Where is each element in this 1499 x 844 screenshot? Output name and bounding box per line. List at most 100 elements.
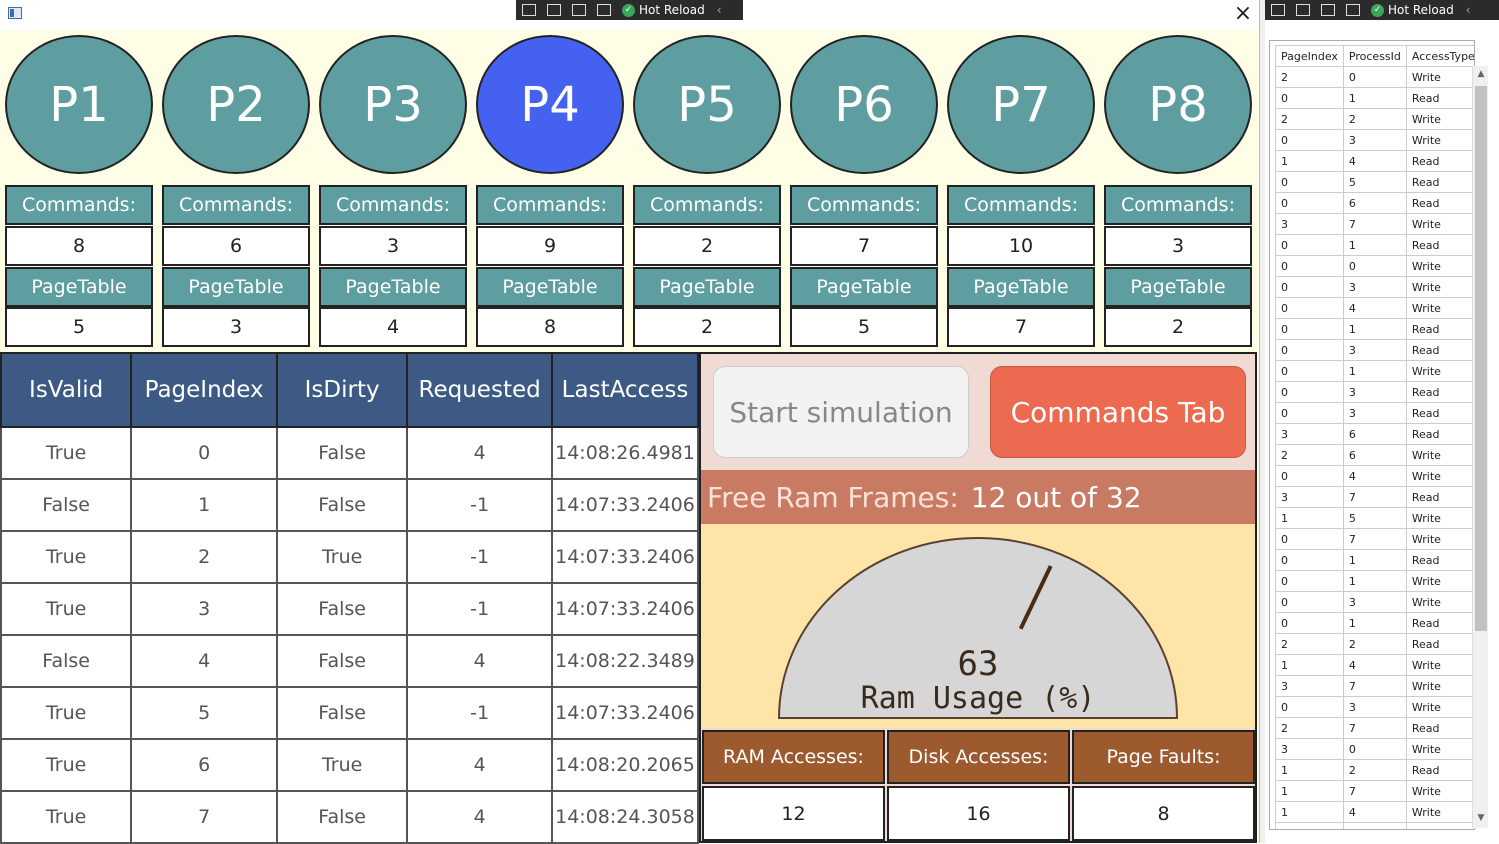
column-header-lastaccess[interactable]: LastAccess <box>551 352 699 428</box>
select-element-icon[interactable] <box>547 4 561 16</box>
access-log-row[interactable]: 0 3 Read <box>1275 339 1474 361</box>
access-log-cell: 2 <box>1275 717 1344 739</box>
collapse-chevron-icon[interactable]: ‹ <box>717 3 722 17</box>
process-circle[interactable]: P5 <box>633 35 781 174</box>
column-header-isvalid[interactable]: IsValid <box>0 352 133 428</box>
access-log-row[interactable]: 0 4 Write <box>1275 297 1474 319</box>
process-circle[interactable]: P6 <box>790 35 938 174</box>
access-log-row[interactable]: 16Read <box>1275 822 1474 829</box>
access-log-row[interactable]: 1 4 Read <box>1275 150 1474 172</box>
track-focus-icon[interactable] <box>597 4 611 16</box>
access-log-row[interactable]: 0 4 Write <box>1275 465 1474 487</box>
scroll-up-arrow-icon[interactable]: ▲ <box>1475 68 1487 80</box>
access-log-row[interactable]: 2 0 Write <box>1275 66 1474 88</box>
access-log-row[interactable]: 2 2 Read <box>1275 633 1474 655</box>
access-log-grid[interactable]: PageIndex ProcessId AccessType 2 0 Write 0 1… <box>1269 40 1475 830</box>
layout-adorner-icon[interactable] <box>572 4 586 16</box>
table-row[interactable]: True 5 False -1 14:07:33.2406 <box>0 686 699 740</box>
access-log-row[interactable]: 0 7 Write <box>1275 528 1474 550</box>
access-log-row[interactable]: 0 3 Write <box>1275 591 1474 613</box>
access-log-row[interactable]: 2 7 Read <box>1275 717 1474 739</box>
access-log-row[interactable]: 0 1 Write <box>1275 360 1474 382</box>
table-row[interactable]: True 7 False 4 14:08:24.3058 <box>0 790 699 844</box>
table-row[interactable]: True 0 False 4 14:08:26.4981 <box>0 426 699 480</box>
access-log-row[interactable]: 3 7 Write <box>1275 213 1474 235</box>
access-log-cell: 1 <box>1342 234 1407 256</box>
hot-reload-label[interactable]: Hot Reload <box>639 3 705 17</box>
access-log-row[interactable]: 0 1 Read <box>1275 549 1474 571</box>
commands-label: Commands: <box>633 185 781 225</box>
column-header-requested[interactable]: Requested <box>406 352 553 428</box>
access-log-row[interactable]: 1 2 Read <box>1275 759 1474 781</box>
access-log-row[interactable]: 0 3 Write <box>1275 696 1474 718</box>
column-header-accesstype[interactable]: AccessType <box>1405 45 1474 67</box>
process-circle[interactable]: P1 <box>5 35 153 174</box>
process-circle[interactable]: P3 <box>319 35 467 174</box>
access-log-row[interactable]: 0 1 Read <box>1275 234 1474 256</box>
access-log-row[interactable]: 0 3 Write <box>1275 276 1474 298</box>
table-row[interactable]: True 2 True -1 14:07:33.2406 <box>0 530 699 584</box>
process-circle[interactable]: P2 <box>162 35 310 174</box>
process-circle[interactable]: P7 <box>947 35 1095 174</box>
table-row[interactable]: True 3 False -1 14:07:33.2406 <box>0 582 699 636</box>
access-log-row[interactable]: 0 1 Read <box>1275 612 1474 634</box>
live-tree-icon[interactable] <box>522 4 536 16</box>
access-log-row[interactable]: 0 5 Read <box>1275 171 1474 193</box>
access-log-row[interactable]: 3 6 Read <box>1275 423 1474 445</box>
table-cell: False <box>275 582 409 636</box>
table-cell: 4 <box>406 634 553 688</box>
commands-value: 3 <box>319 226 467 266</box>
layout-adorner-icon[interactable] <box>1321 4 1335 16</box>
commands-label: Commands: <box>790 185 938 225</box>
scrollbar-thumb[interactable] <box>1475 86 1487 631</box>
access-log-scrollbar[interactable]: ▲ ▼ <box>1472 66 1488 828</box>
access-log-cell: Read <box>1405 150 1474 172</box>
access-log-row[interactable]: 0 1 Read <box>1275 318 1474 340</box>
access-log-row[interactable]: 1 4 Write <box>1275 654 1474 676</box>
access-log-cell: 2 <box>1275 108 1344 130</box>
scroll-down-arrow-icon[interactable]: ▼ <box>1475 812 1487 824</box>
table-cell: 14:08:20.2065 <box>551 738 699 792</box>
live-tree-icon[interactable] <box>1271 4 1285 16</box>
table-row[interactable]: False 4 False 4 14:08:22.3489 <box>0 634 699 688</box>
access-log-row[interactable]: 0 0 Write <box>1275 255 1474 277</box>
table-cell: True <box>0 426 133 480</box>
access-log-row[interactable]: 0 6 Read <box>1275 192 1474 214</box>
access-log-row[interactable]: 1 5 Write <box>1275 507 1474 529</box>
access-log-row[interactable]: 2 6 Write <box>1275 444 1474 466</box>
process-circle[interactable]: P8 <box>1104 35 1252 174</box>
table-row[interactable]: True 6 True 4 14:08:20.2065 <box>0 738 699 792</box>
close-button[interactable]: × <box>1228 2 1258 28</box>
table-row[interactable]: False 1 False -1 14:07:33.2406 <box>0 478 699 532</box>
access-log-row[interactable]: 3 7 Read <box>1275 486 1474 508</box>
collapse-chevron-icon[interactable]: ‹ <box>1466 3 1471 17</box>
access-log-cell: Read <box>1405 381 1474 403</box>
access-log-row[interactable]: 0 1 Read <box>1275 87 1474 109</box>
access-log-cell: 2 <box>1275 444 1344 466</box>
select-element-icon[interactable] <box>1296 4 1310 16</box>
process-circle[interactable]: P4 <box>476 35 624 174</box>
commands-value: 2 <box>633 226 781 266</box>
access-log-row[interactable]: 0 3 Read <box>1275 402 1474 424</box>
column-header-pageindex[interactable]: PageIndex <box>1275 45 1344 67</box>
access-log-cell: Read <box>1405 234 1474 256</box>
column-header-pageindex[interactable]: PageIndex <box>130 352 278 428</box>
access-log-row[interactable]: 0 3 Write <box>1275 129 1474 151</box>
access-log-row[interactable]: 3 7 Write <box>1275 675 1474 697</box>
access-log-cell: Read <box>1405 171 1474 193</box>
access-log-row[interactable]: 2 2 Write <box>1275 108 1474 130</box>
access-log-row[interactable]: 0 3 Read <box>1275 381 1474 403</box>
column-header-isdirty[interactable]: IsDirty <box>275 352 409 428</box>
access-log-row[interactable]: 0 1 Write <box>1275 570 1474 592</box>
table-cell: True <box>0 530 133 584</box>
access-log-cell: Read <box>1405 402 1474 424</box>
access-log-row[interactable]: 1 7 Write <box>1275 780 1474 802</box>
access-log-row[interactable]: 1 4 Write <box>1275 801 1474 823</box>
access-log-cell: 3 <box>1275 213 1344 235</box>
track-focus-icon[interactable] <box>1346 4 1360 16</box>
column-header-processid[interactable]: ProcessId <box>1342 45 1407 67</box>
commands-tab-button[interactable]: Commands Tab <box>990 366 1246 458</box>
start-simulation-button[interactable]: Start simulation <box>713 366 969 458</box>
access-log-row[interactable]: 3 0 Write <box>1275 738 1474 760</box>
hot-reload-label[interactable]: Hot Reload <box>1388 3 1454 17</box>
